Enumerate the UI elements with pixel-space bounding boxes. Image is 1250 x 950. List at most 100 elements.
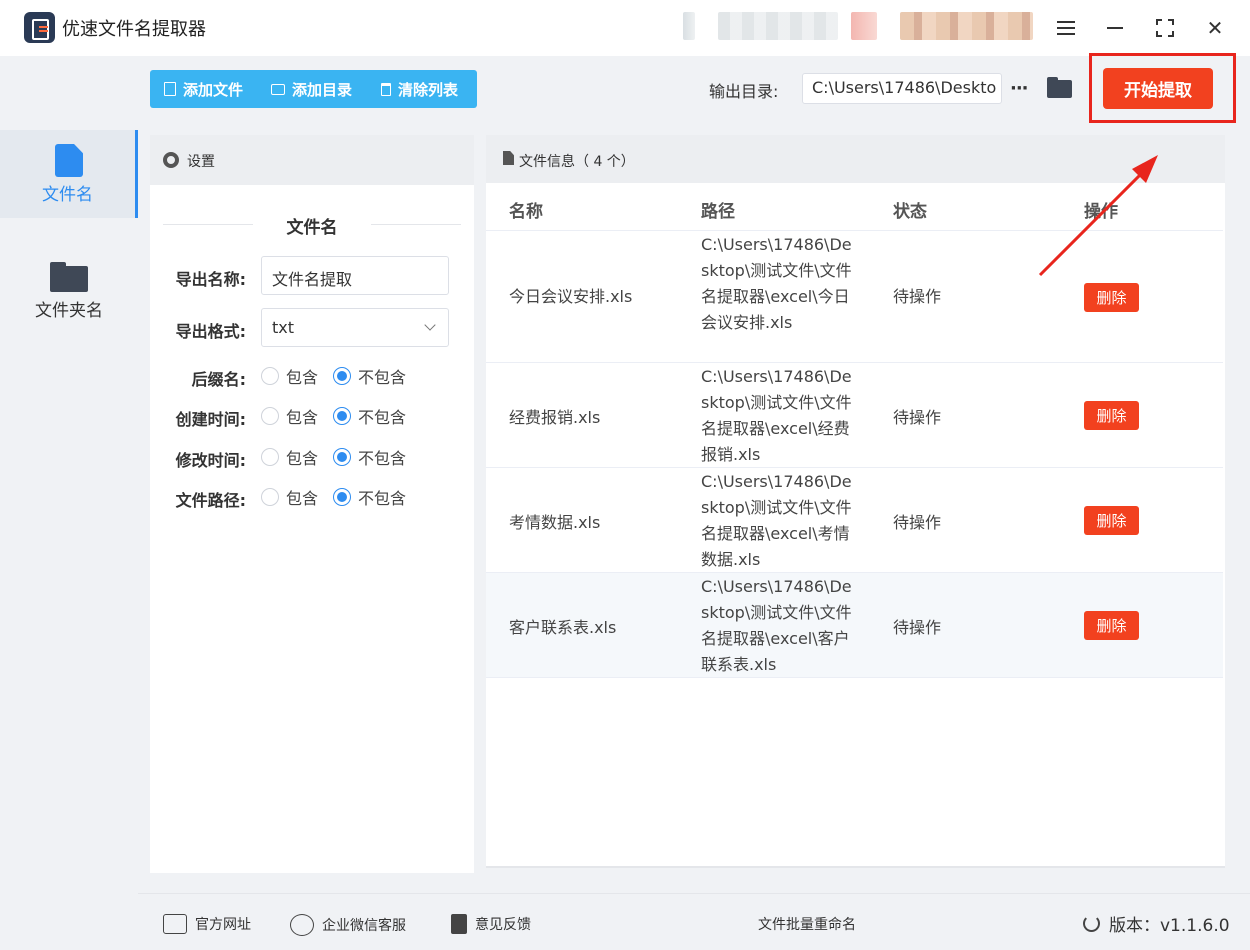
option-label: 后缀名: <box>191 370 246 389</box>
annotation-arrow-icon <box>1038 155 1158 277</box>
file-name: 客户联系表.xls <box>509 618 617 637</box>
settings-header: 设置 <box>150 135 474 185</box>
radio-include-label: 包含 <box>286 489 319 508</box>
radio-exclude[interactable] <box>333 367 352 385</box>
menu-button[interactable] <box>1049 11 1083 45</box>
chat-icon <box>290 914 314 936</box>
output-dir-input[interactable]: C:\Users\17486\Deskto <box>802 73 1002 104</box>
file-path-option: 包含 不包含 <box>261 485 406 509</box>
file-status: 待操作 <box>893 408 942 427</box>
radio-exclude-label: 不包含 <box>358 408 407 427</box>
more-options-button[interactable]: ··· <box>1010 78 1028 99</box>
table-row: 考情数据.xls C:\Users\17486\Desktop\测试文件\文件名… <box>486 467 1223 572</box>
nav-item-label: 文件名 <box>42 185 93 205</box>
radio-include-label: 包含 <box>286 368 319 387</box>
radio-exclude[interactable] <box>333 448 352 466</box>
file-status: 待操作 <box>893 513 942 532</box>
option-label: 文件路径: <box>175 491 246 510</box>
file-info-title: 文件信息（ 4 个） <box>519 154 635 170</box>
file-path: C:\Users\17486\Desktop\测试文件\文件名提取器\excel… <box>701 577 852 674</box>
settings-title: 设置 <box>187 154 215 170</box>
blurred-account-info <box>851 12 877 40</box>
radio-exclude[interactable] <box>333 407 352 425</box>
table-row: 客户联系表.xls C:\Users\17486\Desktop\测试文件\文件… <box>486 572 1223 677</box>
add-file-label: 添加文件 <box>183 80 244 99</box>
export-format-select[interactable]: txt <box>261 308 449 347</box>
feedback-icon <box>451 914 467 934</box>
settings-panel: 设置 文件名 导出名称: 文件名提取 导出格式: txt 后缀名: 包含 不包含… <box>150 135 474 873</box>
radio-include[interactable] <box>261 488 279 506</box>
add-file-button[interactable]: 添加文件 <box>164 70 243 108</box>
close-icon: ✕ <box>1206 16 1224 40</box>
export-name-label: 导出名称: <box>175 270 246 289</box>
option-label: 修改时间: <box>175 451 246 470</box>
blurred-account-info <box>900 12 1033 40</box>
export-format-value: txt <box>272 318 295 337</box>
file-status: 待操作 <box>893 287 942 306</box>
delete-button[interactable]: 删除 <box>1084 401 1139 430</box>
document-icon <box>503 151 514 165</box>
minimize-button[interactable] <box>1098 11 1132 45</box>
nav-item-filename[interactable]: 文件名 <box>0 130 138 218</box>
delete-button[interactable]: 删除 <box>1084 283 1139 312</box>
wechat-support-label: 企业微信客服 <box>322 918 406 934</box>
official-website-link[interactable]: 官方网址 <box>163 914 251 934</box>
maximize-icon <box>1156 19 1174 37</box>
feedback-link[interactable]: 意见反馈 <box>451 914 531 934</box>
file-path: C:\Users\17486\Desktop\测试文件\文件名提取器\excel… <box>701 235 852 332</box>
file-icon <box>164 82 176 96</box>
output-dir-label: 输出目录: <box>709 82 779 101</box>
radio-exclude[interactable] <box>333 488 352 506</box>
clear-list-label: 清除列表 <box>398 80 459 99</box>
blurred-account-info <box>683 12 695 40</box>
app-title: 优速文件名提取器 <box>62 19 206 40</box>
radio-exclude-label: 不包含 <box>358 449 407 468</box>
maximize-button[interactable] <box>1148 11 1182 45</box>
section-title: 文件名 <box>286 218 338 238</box>
radio-include[interactable] <box>261 367 279 385</box>
file-name: 考情数据.xls <box>509 513 601 532</box>
export-format-label: 导出格式: <box>175 322 246 341</box>
folder-icon <box>50 262 88 292</box>
official-website-label: 官方网址 <box>195 917 251 933</box>
file-name: 经费报销.xls <box>509 408 601 427</box>
version-label: 版本：v1.1.6.0 <box>1109 916 1230 936</box>
file-path: C:\Users\17486\Desktop\测试文件\文件名提取器\excel… <box>701 367 852 464</box>
suffix-option: 包含 不包含 <box>261 364 406 388</box>
version-info[interactable]: 版本：v1.1.6.0 <box>1083 911 1230 936</box>
left-nav: 文件名 文件夹名 <box>0 56 138 950</box>
column-header-name: 名称 <box>509 202 543 222</box>
radio-include-label: 包含 <box>286 408 319 427</box>
blurred-account-info <box>718 12 838 40</box>
modify-time-option: 包含 不包含 <box>261 445 406 469</box>
radio-exclude-label: 不包含 <box>358 368 407 387</box>
radio-exclude-label: 不包含 <box>358 489 407 508</box>
add-directory-label: 添加目录 <box>292 80 353 99</box>
website-icon <box>163 914 187 934</box>
refresh-icon <box>1083 915 1100 932</box>
file-toolbar: 添加文件 添加目录 清除列表 <box>150 70 477 108</box>
column-header-status: 状态 <box>893 202 927 222</box>
close-button[interactable]: ✕ <box>1198 11 1232 45</box>
batch-rename-link[interactable]: 文件批量重命名 <box>758 914 856 934</box>
table-row: 经费报销.xls C:\Users\17486\Desktop\测试文件\文件名… <box>486 362 1223 467</box>
wechat-support-link[interactable]: 企业微信客服 <box>290 914 406 936</box>
radio-include-label: 包含 <box>286 449 319 468</box>
trash-icon <box>381 82 391 96</box>
add-directory-button[interactable]: 添加目录 <box>271 70 352 108</box>
nav-item-foldername[interactable]: 文件夹名 <box>0 246 138 334</box>
nav-item-label: 文件夹名 <box>35 301 103 321</box>
minimize-icon <box>1107 27 1123 29</box>
document-icon <box>55 144 83 177</box>
radio-include[interactable] <box>261 448 279 466</box>
feedback-label: 意见反馈 <box>475 917 531 933</box>
open-folder-icon[interactable] <box>1047 77 1072 98</box>
radio-include[interactable] <box>261 407 279 425</box>
export-name-input[interactable]: 文件名提取 <box>261 256 449 295</box>
clear-list-button[interactable]: 清除列表 <box>381 70 458 108</box>
delete-button[interactable]: 删除 <box>1084 506 1139 535</box>
file-status: 待操作 <box>893 618 942 637</box>
delete-button[interactable]: 删除 <box>1084 611 1139 640</box>
start-extract-button[interactable]: 开始提取 <box>1103 68 1213 109</box>
file-name: 今日会议安排.xls <box>509 287 633 306</box>
